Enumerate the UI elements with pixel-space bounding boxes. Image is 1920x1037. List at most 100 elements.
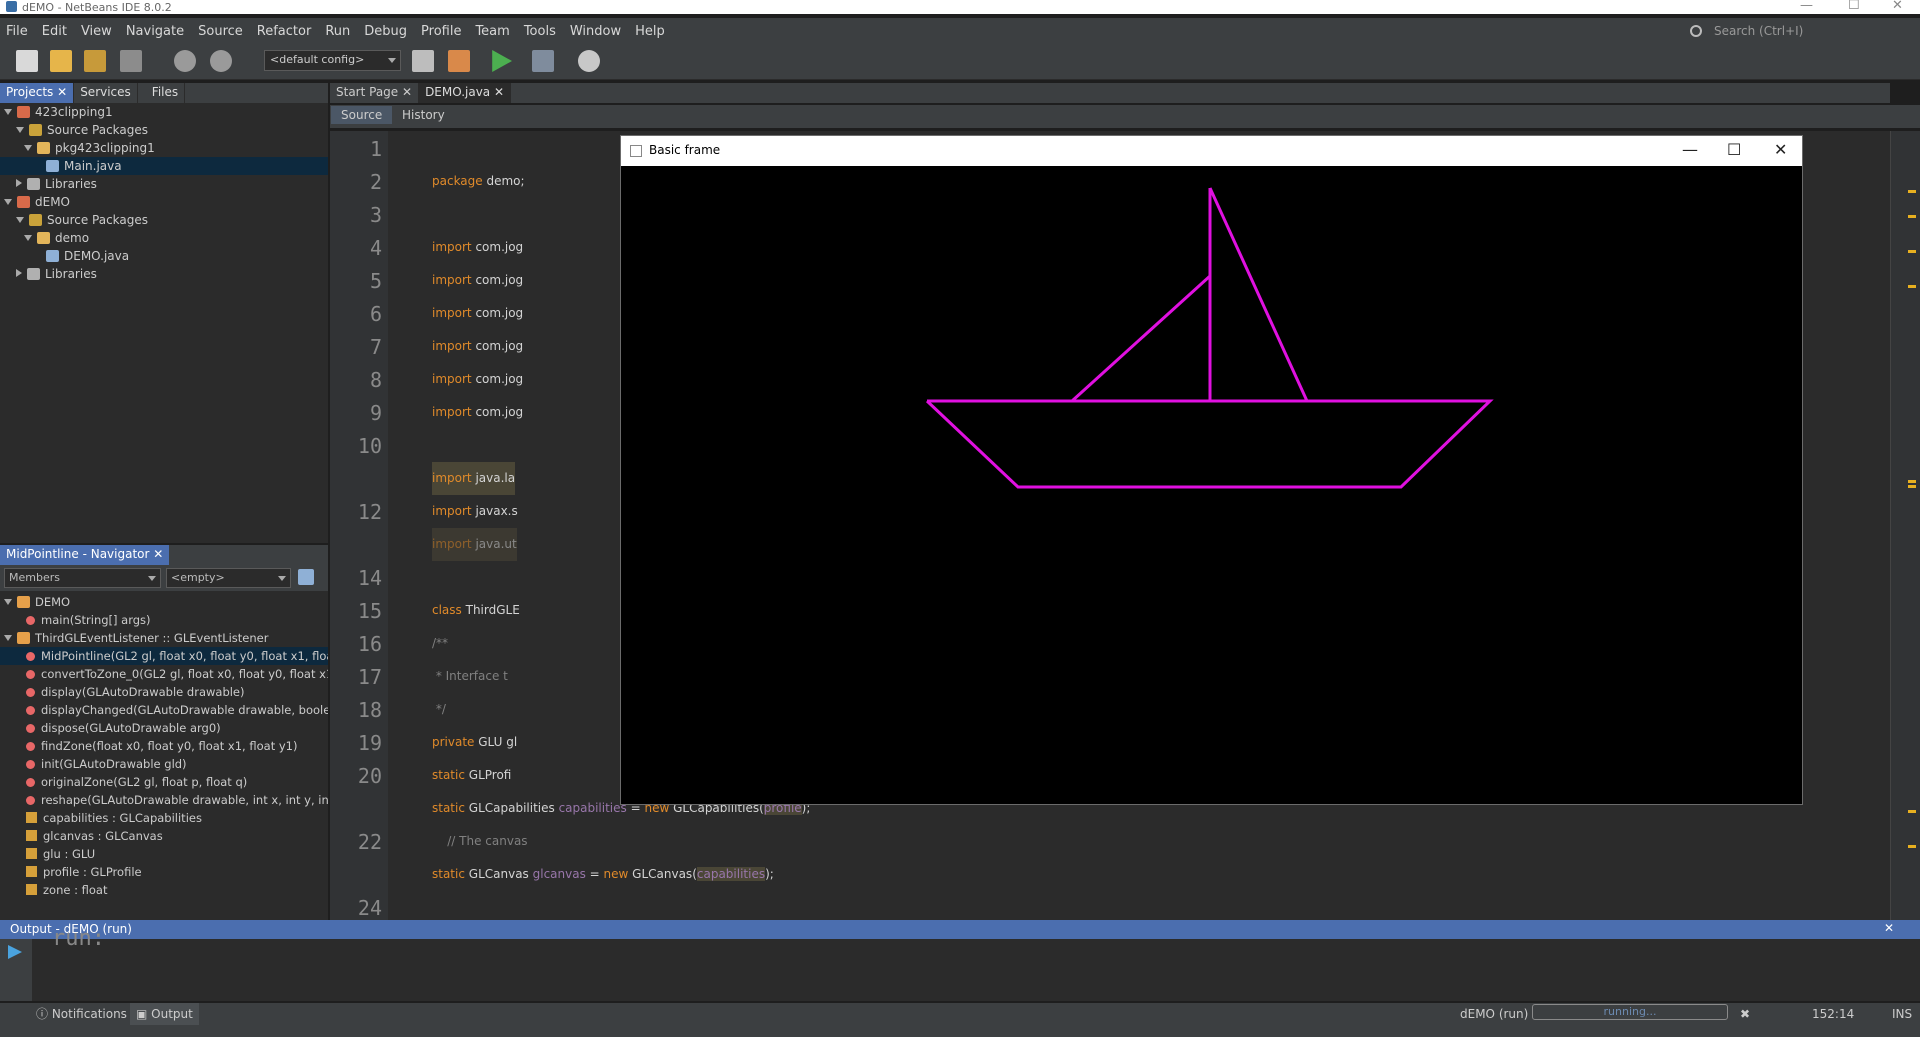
code-line: import com.jog [432,405,524,419]
nav-item[interactable]: MidPointline(GL2 gl, float x0, float y0,… [0,647,328,665]
library-icon [27,178,40,190]
close-icon[interactable]: ✕ [1884,921,1894,935]
menu-team[interactable]: Team [468,24,516,39]
open-project-icon[interactable] [84,50,106,72]
config-select[interactable]: <default config> [264,50,401,71]
tree-item-libraries[interactable]: Libraries [16,265,97,283]
nav-item[interactable]: displayChanged(GLAutoDrawable drawable, … [26,701,328,719]
nav-item[interactable]: DEMO [4,593,70,611]
output-body[interactable] [0,939,1920,1001]
nav-item[interactable]: init(GLAutoDrawable gld) [26,755,187,773]
undo-icon[interactable] [174,50,196,72]
nav-item[interactable]: findZone(float x0, float y0, float x1, f… [26,737,297,755]
stripe-mark[interactable] [1908,810,1916,813]
members-select[interactable]: Members [4,568,161,588]
empty-select[interactable]: <empty> [166,568,291,588]
close-icon[interactable]: ✕ [1892,0,1903,13]
code-line: import java.la [432,462,516,495]
navigator-header: MidPointline - Navigator ✕ [0,545,328,565]
search-icon [1690,25,1702,37]
nav-item[interactable]: ThirdGLEventListener :: GLEventListener [4,629,268,647]
profile-icon[interactable] [578,50,600,72]
nav-item[interactable]: dispose(GLAutoDrawable arg0) [26,719,221,737]
tab-services[interactable]: Services [74,83,138,103]
nav-item[interactable]: main(String[] args) [26,611,151,629]
code-line: */ [432,702,446,716]
search-box[interactable]: Search (Ctrl+I) [1690,20,1920,42]
stripe-mark[interactable] [1908,285,1916,288]
new-file-icon[interactable] [16,50,38,72]
menu-help[interactable]: Help [628,24,672,39]
tree-item-libraries[interactable]: Libraries [16,175,97,193]
minimize-icon[interactable]: — [1682,140,1698,159]
tab-demo-java[interactable]: DEMO.java ✕ [419,83,512,103]
close-icon[interactable]: ✕ [1774,140,1787,159]
tree-item-main-java[interactable]: Main.java [0,157,328,175]
menu-edit[interactable]: Edit [35,24,74,39]
nav-item[interactable]: glu : GLU [26,845,95,863]
tab-files[interactable]: Files [146,83,186,103]
save-all-icon[interactable] [120,50,142,72]
nav-item[interactable]: profile : GLProfile [26,863,142,881]
nav-item[interactable]: display(GLAutoDrawable drawable) [26,683,245,701]
menu-window[interactable]: Window [563,24,628,39]
tree-item-package[interactable]: pkg423clipping1 [24,139,155,157]
minimize-icon[interactable]: — [1800,0,1813,13]
stripe-mark[interactable] [1908,845,1916,848]
navigator-filters: Members <empty> [0,565,328,591]
menu-tools[interactable]: Tools [517,24,563,39]
progress-bar[interactable]: running... [1532,1004,1728,1020]
output-tab[interactable]: ▣ Output [130,1003,199,1025]
output-header[interactable]: Output - dEMO (run) ✕ [0,920,1920,939]
line-number: 12 [357,500,382,524]
chevron-down-icon [388,58,396,63]
source-button[interactable]: Source [331,106,393,124]
debug-icon[interactable] [532,50,554,72]
nav-item[interactable]: capabilities : GLCapabilities [26,809,202,827]
new-project-icon[interactable] [50,50,72,72]
menu-source[interactable]: Source [191,24,250,39]
tree-item-project[interactable]: 423clipping1 [4,103,113,121]
menu-view[interactable]: View [74,24,119,39]
line-number: 24 [357,896,382,920]
menu-navigate[interactable]: Navigate [119,24,191,39]
nav-item[interactable]: glcanvas : GLCanvas [26,827,163,845]
tab-start-page[interactable]: Start Page ✕ [330,83,420,103]
rerun-icon[interactable] [8,945,22,959]
tree-item-source-packages[interactable]: Source Packages [16,211,148,229]
stripe-mark[interactable] [1908,250,1916,253]
stripe-mark[interactable] [1908,480,1916,483]
nav-item[interactable]: zone : float [26,881,107,899]
tree-item-demo-java[interactable]: DEMO.java [46,247,129,265]
maximize-icon[interactable]: ☐ [1727,140,1741,159]
code-line: /** [432,636,449,650]
maximize-icon[interactable]: ☐ [1848,0,1860,13]
menu-debug[interactable]: Debug [357,24,414,39]
editor-toolbar: Source History [330,105,1920,128]
history-button[interactable]: History [402,108,445,122]
menu-run[interactable]: Run [318,24,357,39]
clean-build-icon[interactable] [448,50,470,72]
stripe-mark[interactable] [1908,190,1916,193]
tab-projects[interactable]: Projects ✕ [0,83,75,103]
frame-titlebar[interactable]: Basic frame — ☐ ✕ [621,136,1802,166]
stripe-mark[interactable] [1908,215,1916,218]
build-icon[interactable] [412,50,434,72]
filter-icon[interactable] [298,569,314,585]
search-input[interactable]: Search (Ctrl+I) [1714,24,1803,38]
cancel-icon[interactable]: ✖ [1734,1003,1756,1025]
stripe-mark[interactable] [1908,485,1916,488]
redo-icon[interactable] [210,50,232,72]
menu-profile[interactable]: Profile [414,24,468,39]
tree-item-package[interactable]: demo [24,229,89,247]
tree-item-project[interactable]: dEMO [4,193,70,211]
basic-frame-window[interactable]: Basic frame — ☐ ✕ [620,135,1803,805]
menu-refactor[interactable]: Refactor [250,24,319,39]
nav-item[interactable]: convertToZone_0(GL2 gl, float x0, float … [26,665,328,683]
notifications-tab[interactable]: ⓘ Notifications [30,1003,133,1025]
nav-item[interactable]: reshape(GLAutoDrawable drawable, int x, … [26,791,328,809]
tree-item-source-packages[interactable]: Source Packages [16,121,148,139]
menu-file[interactable]: File [0,24,35,39]
navigator-title[interactable]: MidPointline - Navigator ✕ [0,545,170,565]
nav-item[interactable]: originalZone(GL2 gl, float p, float q) [26,773,247,791]
